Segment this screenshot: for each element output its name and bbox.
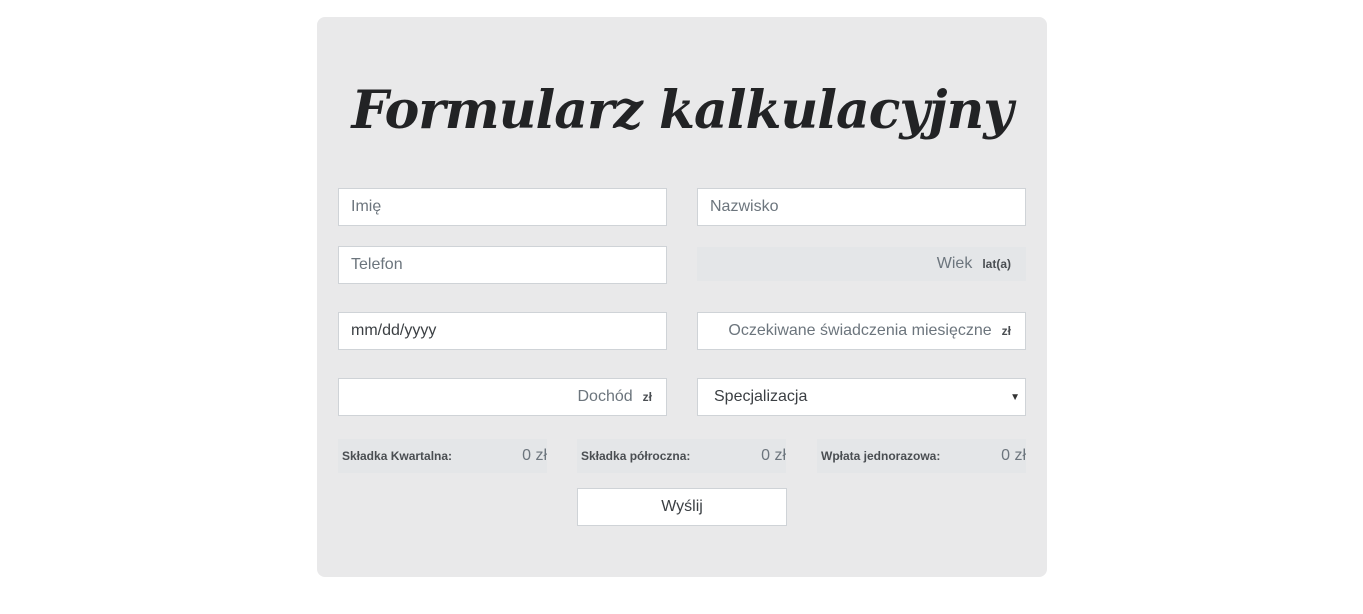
- age-input[interactable]: Wiek lat(a): [697, 247, 1026, 281]
- first-name-input[interactable]: Imię: [338, 188, 667, 226]
- birth-date-input[interactable]: mm/dd/yyyy: [338, 312, 667, 350]
- semiannual-premium-value: 0 zł: [761, 447, 786, 464]
- first-name-placeholder: Imię: [351, 198, 382, 215]
- expected-benefit-input[interactable]: Oczekiwane świadczenia miesięczne zł: [697, 312, 1026, 350]
- income-placeholder: Dochód: [577, 388, 633, 405]
- one-time-payment-label: Wpłata jednorazowa:: [821, 449, 941, 463]
- expected-benefit-unit-label: zł: [1001, 324, 1011, 338]
- specialization-selected: Specjalizacja: [714, 388, 808, 405]
- income-unit-label: zł: [642, 390, 652, 404]
- one-time-payment-value: 0 zł: [1001, 447, 1026, 464]
- quarterly-premium-label: Składka Kwartalna:: [342, 449, 453, 463]
- quarterly-premium-output: Składka Kwartalna: 0 zł: [338, 439, 547, 473]
- specialization-select[interactable]: Specjalizacja ▼: [697, 378, 1026, 416]
- form-title: Formularz kalkulacyjny: [351, 80, 1014, 141]
- birth-date-value: mm/dd/yyyy: [351, 322, 437, 339]
- age-unit-label: lat(a): [982, 257, 1011, 271]
- calculation-form-card: Formularz kalkulacyjny Imię Nazwisko Tel…: [317, 17, 1047, 577]
- submit-button[interactable]: Wyślij: [577, 488, 787, 526]
- income-input[interactable]: Dochód zł: [338, 378, 667, 416]
- quarterly-premium-value: 0 zł: [522, 447, 547, 464]
- last-name-placeholder: Nazwisko: [710, 198, 779, 215]
- age-placeholder: Wiek: [936, 255, 973, 272]
- last-name-input[interactable]: Nazwisko: [697, 188, 1026, 226]
- one-time-payment-output: Wpłata jednorazowa: 0 zł: [817, 439, 1026, 473]
- phone-placeholder: Telefon: [351, 256, 403, 273]
- phone-input[interactable]: Telefon: [338, 246, 667, 284]
- expected-benefit-placeholder: Oczekiwane świadczenia miesięczne: [728, 322, 992, 339]
- chevron-down-icon: ▼: [1010, 391, 1020, 403]
- semiannual-premium-label: Składka półroczna:: [581, 449, 691, 463]
- semiannual-premium-output: Składka półroczna: 0 zł: [577, 439, 786, 473]
